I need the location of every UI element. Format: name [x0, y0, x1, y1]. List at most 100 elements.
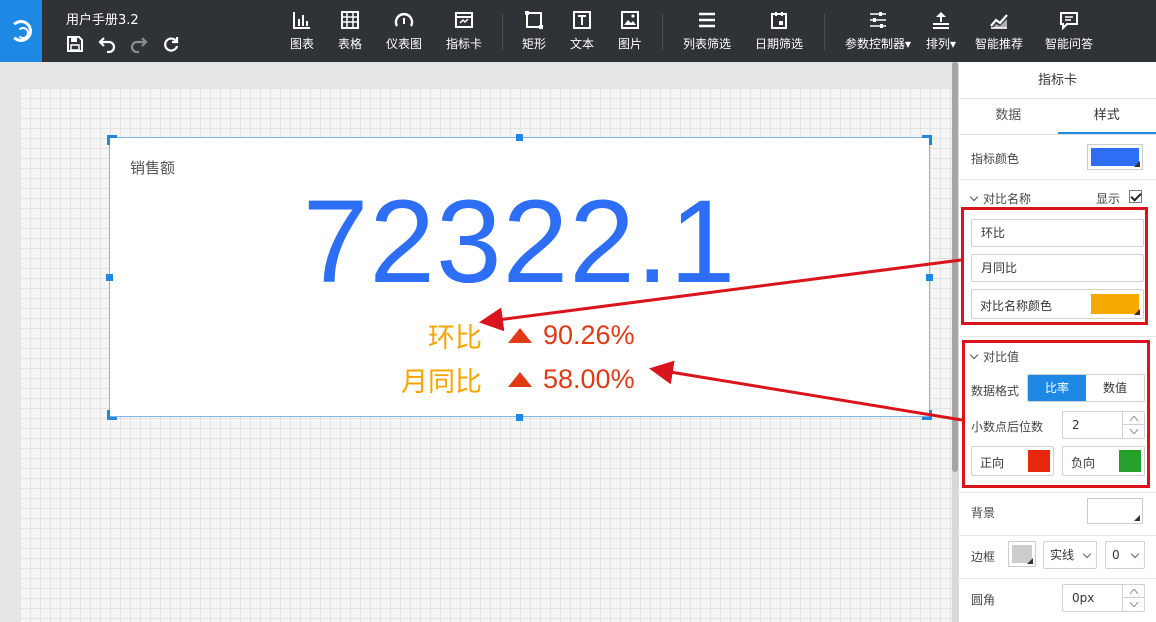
border-label: 边框 — [971, 550, 996, 564]
resize-handle-top[interactable] — [516, 134, 523, 141]
table-icon — [341, 11, 359, 29]
redo-icon[interactable] — [128, 35, 150, 53]
kpi-card[interactable]: 销售额 72322.1 环比 90.26% 月同比 58.00% — [109, 137, 930, 417]
tool-label: 智能问答 — [1044, 37, 1093, 51]
resize-handle-right[interactable] — [926, 274, 933, 281]
divider — [959, 492, 1156, 493]
tool-chart[interactable]: 图表 — [278, 0, 326, 62]
tool-list-filter[interactable]: 列表筛选 — [676, 0, 738, 62]
resize-handle-bottom[interactable] — [516, 414, 523, 421]
tool-label: 文本 — [569, 37, 594, 51]
tool-label: 矩形 — [521, 37, 546, 51]
up-arrow-icon — [508, 371, 532, 387]
tool-label: 仪表图 — [385, 37, 422, 51]
rectangle-icon — [525, 11, 543, 29]
highlight-box-compare-name — [961, 207, 1148, 325]
comparison-value: 90.26% — [543, 319, 635, 350]
toolbar-group-filters: 列表筛选 日期筛选 — [676, 0, 820, 62]
show-checkbox[interactable] — [1129, 190, 1142, 203]
resize-handle-top-left[interactable] — [107, 135, 117, 145]
border-color-picker[interactable] — [1008, 541, 1036, 567]
bar-chart-icon — [293, 12, 310, 29]
toolbar-group-shapes: 矩形 文本 图片 — [510, 0, 654, 62]
tool-smart-qa[interactable]: 智能问答 — [1034, 0, 1104, 62]
document-title: 用户手册3.2 — [66, 13, 139, 28]
tool-kpi-card[interactable]: 指标卡 — [434, 0, 494, 62]
tool-label: 列表筛选 — [682, 37, 731, 51]
indicator-color-label: 指标颜色 — [971, 152, 1020, 166]
calendar-icon — [771, 12, 787, 29]
chevron-down-icon — [969, 192, 979, 202]
kpi-value: 72322.1 — [302, 176, 737, 308]
tool-label: 图表 — [289, 37, 314, 51]
compare-name-section-toggle[interactable]: 对比名称 — [969, 190, 1031, 207]
tool-arrange[interactable]: 排列▾ — [918, 0, 964, 62]
tool-image[interactable]: 图片 — [606, 0, 654, 62]
refresh-icon[interactable] — [160, 35, 182, 53]
resize-handle-left[interactable] — [106, 274, 113, 281]
logo-icon — [10, 20, 32, 42]
decrement-icon[interactable] — [1123, 598, 1144, 611]
kpi-card-title: 销售额 — [130, 159, 176, 177]
panel-title: 指标卡 — [959, 62, 1156, 99]
radius-stepper[interactable]: 0px — [1062, 584, 1145, 612]
app-logo[interactable] — [0, 0, 42, 62]
increment-icon[interactable] — [1123, 585, 1144, 598]
background-label: 背景 — [971, 506, 996, 520]
undo-icon[interactable] — [96, 35, 118, 53]
toolbar-divider — [824, 14, 825, 50]
resize-handle-top-right[interactable] — [922, 135, 932, 145]
tool-label: 表格 — [337, 37, 362, 51]
qa-chat-icon — [1060, 12, 1078, 30]
text-icon — [573, 11, 591, 29]
arrange-icon — [933, 12, 949, 29]
border-width-value: 0 — [1112, 548, 1120, 562]
border-style-value: 实线 — [1050, 548, 1075, 562]
tool-date-filter[interactable]: 日期筛选 — [738, 0, 820, 62]
color-swatch — [1091, 502, 1140, 521]
show-label: 显示 — [1096, 192, 1121, 206]
divider — [959, 578, 1156, 579]
save-icon[interactable] — [64, 35, 86, 53]
up-arrow-icon — [508, 327, 532, 343]
resize-handle-bottom-left[interactable] — [107, 410, 117, 420]
divider — [959, 535, 1156, 536]
tool-smart-recommend[interactable]: 智能推荐 — [964, 0, 1034, 62]
highlight-box-compare-value — [962, 340, 1150, 488]
tool-label: 日期筛选 — [754, 37, 803, 51]
quick-actions — [64, 35, 182, 53]
border-width-select[interactable]: 0 — [1105, 541, 1145, 569]
tool-gauge[interactable]: 仪表图 — [374, 0, 434, 62]
sliders-icon — [870, 12, 886, 28]
radius-label: 圆角 — [971, 593, 996, 607]
toolbar-divider — [502, 14, 503, 50]
toolbar-divider — [662, 14, 663, 50]
tool-label: 指标卡 — [445, 37, 482, 51]
toolbar-group-advanced: 参数控制器▾ 排列▾ 智能推荐 智能问答 — [838, 0, 1104, 62]
resize-handle-bottom-right[interactable] — [922, 410, 932, 420]
radius-value: 0px — [1072, 591, 1095, 605]
comparison-name: 环比 — [428, 322, 482, 353]
tool-label: 参数控制器▾ — [844, 37, 912, 51]
indicator-color-picker[interactable] — [1087, 144, 1143, 170]
divider — [959, 179, 1156, 180]
tool-table[interactable]: 表格 — [326, 0, 374, 62]
border-style-select[interactable]: 实线 — [1043, 541, 1097, 569]
tool-param-controller[interactable]: 参数控制器▾ — [838, 0, 918, 62]
list-filter-icon — [699, 12, 715, 28]
comparison-value: 58.00% — [543, 363, 635, 394]
gauge-icon — [394, 13, 414, 27]
tab-data[interactable]: 数据 — [959, 99, 1058, 134]
comparison-row-1: 环比 90.26% — [110, 318, 931, 353]
tab-style[interactable]: 样式 — [1057, 99, 1156, 134]
comparison-name: 月同比 — [401, 366, 482, 397]
tool-rectangle[interactable]: 矩形 — [510, 0, 558, 62]
background-color-picker[interactable] — [1087, 498, 1143, 524]
image-icon — [621, 11, 639, 29]
tool-label: 智能推荐 — [974, 37, 1023, 51]
divider — [959, 336, 1156, 337]
toolbar-group-visuals: 图表 表格 仪表图 指标卡 — [278, 0, 494, 62]
panel-tabs: 数据 样式 — [959, 99, 1156, 135]
tool-text[interactable]: 文本 — [558, 0, 606, 62]
top-toolbar: 用户手册3.2 图表 表格 仪表图 指标卡 矩形 文本 图片 列表筛选 日期筛选… — [0, 0, 1156, 62]
